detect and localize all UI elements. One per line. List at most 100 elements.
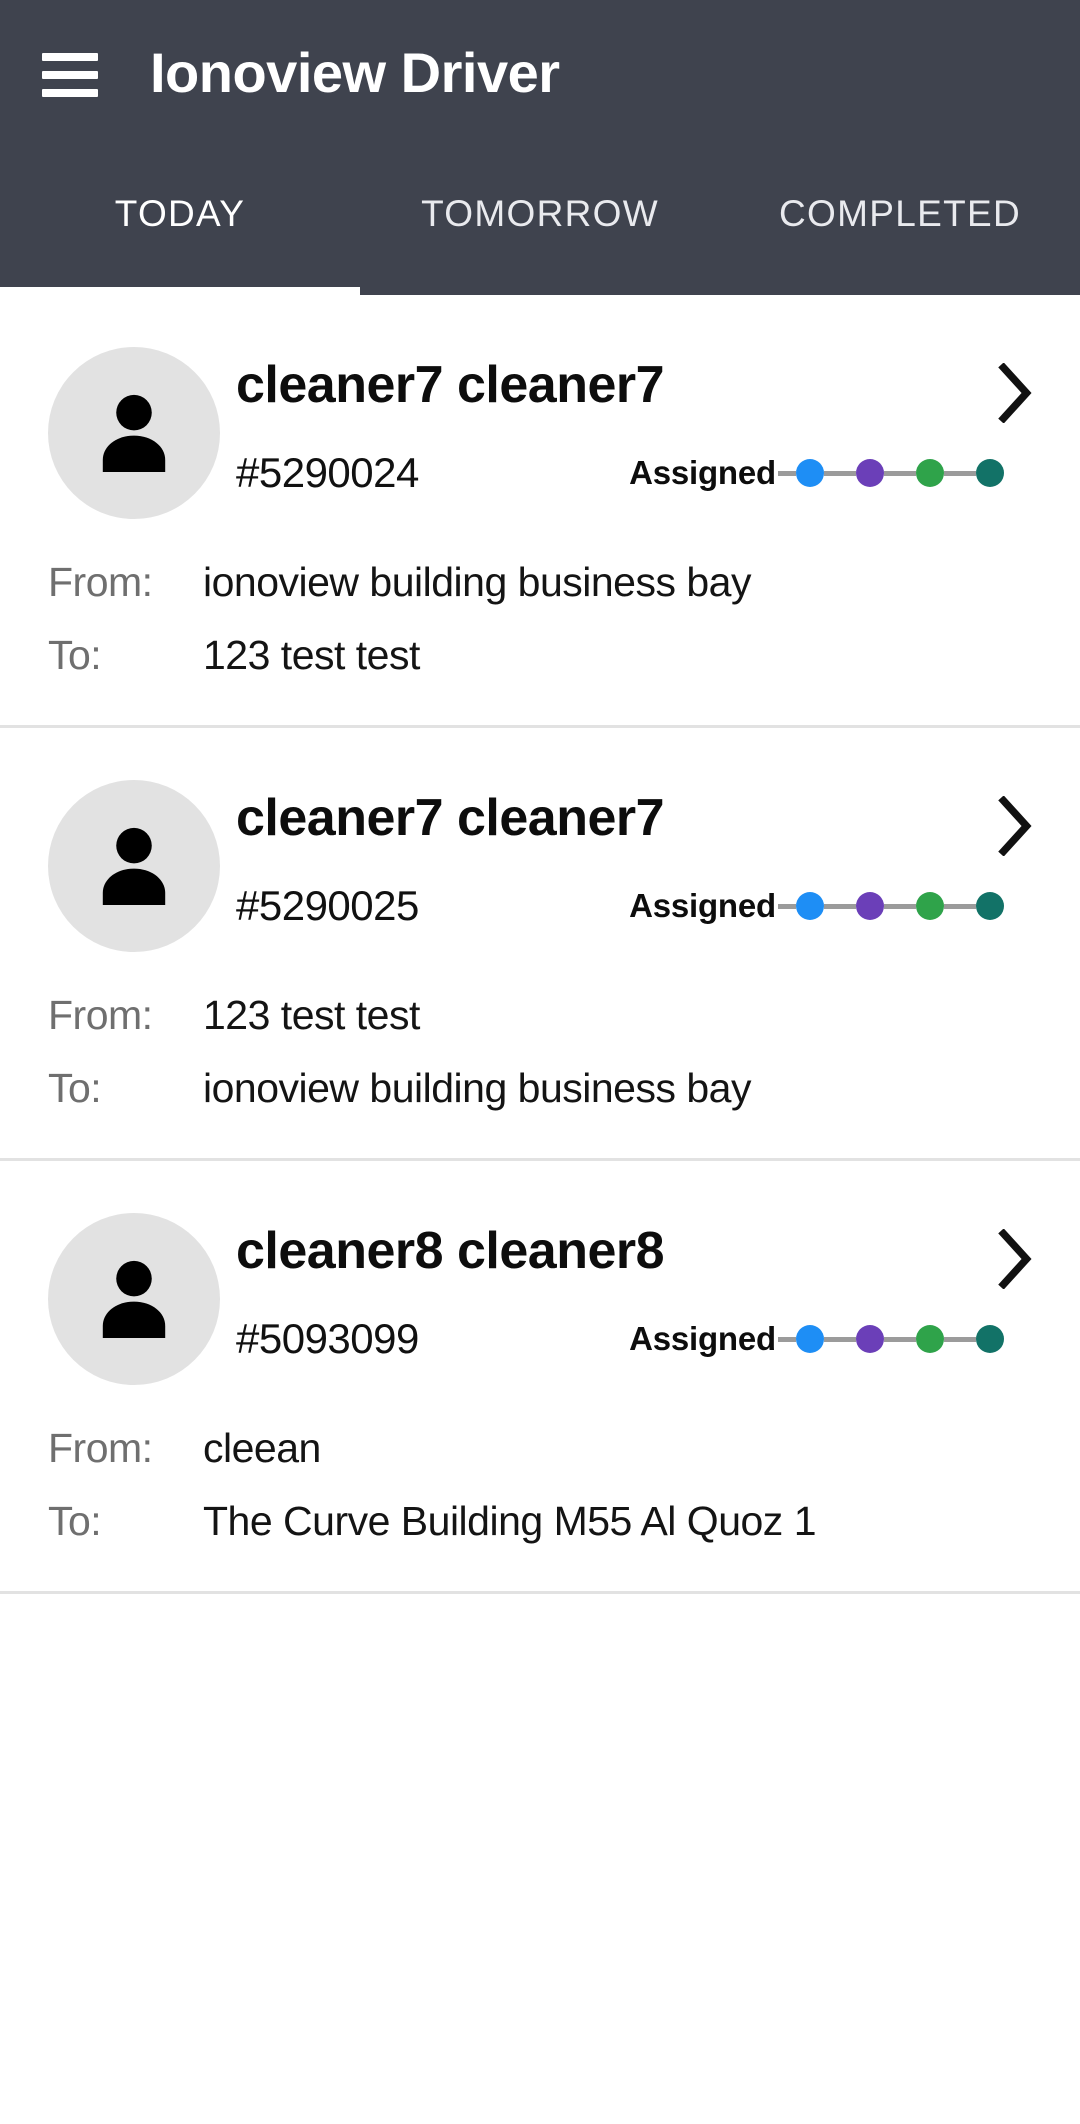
avatar: [48, 1213, 220, 1385]
to-label: To:: [48, 1498, 102, 1544]
person-icon: [102, 394, 166, 472]
status-dot-1: [796, 892, 824, 920]
status-connector-1: [824, 903, 856, 909]
order-card[interactable]: cleaner7 cleaner7 #5290025 Assigned From…: [0, 728, 1080, 1161]
status-dot-4: [976, 459, 1004, 487]
list-empty-area: [0, 1594, 1080, 2124]
from-value: ionoview building business bay: [203, 559, 751, 605]
status-connector-3: [944, 470, 976, 476]
avatar: [48, 347, 220, 519]
to-value: The Curve Building M55 Al Quoz 1: [203, 1498, 817, 1544]
from-value: 123 test test: [203, 992, 420, 1038]
status-connector-0: [778, 1336, 796, 1342]
from-row: From: cleean: [48, 1425, 1034, 1472]
order-name-row: cleaner8 cleaner8: [236, 1223, 1034, 1289]
order-id: #5093099: [236, 1315, 419, 1362]
from-label: From:: [48, 559, 153, 605]
order-list: cleaner7 cleaner7 #5290024 Assigned From…: [0, 295, 1080, 1594]
order-meta-row: #5290025 Assigned: [236, 882, 1034, 930]
status-dot-1: [796, 459, 824, 487]
order-card-main: cleaner8 cleaner8 #5093099 Assigned: [228, 1213, 1034, 1363]
status-dot-2: [856, 892, 884, 920]
to-value: 123 test test: [203, 632, 420, 678]
status-badge: Assigned: [629, 454, 776, 491]
tab-today-label: TODAY: [114, 192, 246, 234]
status-dot-3: [916, 459, 944, 487]
order-card-header: cleaner7 cleaner7 #5290025 Assigned: [0, 780, 1080, 952]
from-row: From: 123 test test: [48, 992, 1034, 1039]
tab-today[interactable]: TODAY: [0, 150, 360, 295]
status-dot-1: [796, 1325, 824, 1353]
chevron-right-icon[interactable]: [996, 796, 1034, 856]
order-meta-row: #5290024 Assigned: [236, 449, 1034, 497]
to-label: To:: [48, 632, 102, 678]
hamburger-menu-icon[interactable]: [42, 53, 98, 97]
to-row: To: The Curve Building M55 Al Quoz 1: [48, 1498, 1034, 1545]
status-connector-2: [884, 903, 916, 909]
order-card-main: cleaner7 cleaner7 #5290025 Assigned: [228, 780, 1034, 930]
status-connector-0: [778, 470, 796, 476]
status-connector-3: [944, 903, 976, 909]
hamburger-line-3: [42, 89, 98, 97]
status-badge: Assigned: [629, 1320, 776, 1357]
order-card[interactable]: cleaner7 cleaner7 #5290024 Assigned From…: [0, 295, 1080, 728]
status-badge: Assigned: [629, 887, 776, 924]
customer-name: cleaner8 cleaner8: [236, 1222, 665, 1280]
order-meta-row: #5093099 Assigned: [236, 1315, 1034, 1363]
order-card-main: cleaner7 cleaner7 #5290024 Assigned: [228, 347, 1034, 497]
status-connector-3: [944, 1336, 976, 1342]
tab-tomorrow-label: TOMORROW: [421, 192, 659, 234]
order-name-row: cleaner7 cleaner7: [236, 357, 1034, 423]
app-bar-top: Ionoview Driver: [0, 0, 1080, 150]
status-dot-2: [856, 1325, 884, 1353]
status-step-dots: [778, 459, 1004, 487]
order-addresses: From: 123 test test To: ionoview buildin…: [0, 992, 1080, 1112]
status-connector-0: [778, 903, 796, 909]
status-connector-2: [884, 470, 916, 476]
tab-bar: TODAY TOMORROW COMPLETED: [0, 150, 1080, 295]
person-icon: [102, 827, 166, 905]
to-row: To: 123 test test: [48, 632, 1034, 679]
status-connector-1: [824, 470, 856, 476]
app-bar: Ionoview Driver TODAY TOMORROW COMPLETED: [0, 0, 1080, 295]
status-dot-2: [856, 459, 884, 487]
tab-active-indicator: [0, 287, 360, 295]
to-label: To:: [48, 1065, 102, 1111]
order-id: #5290024: [236, 449, 419, 496]
tab-completed[interactable]: COMPLETED: [720, 150, 1080, 295]
hamburger-line-1: [42, 53, 98, 61]
status-tracker: Assigned: [629, 454, 1034, 492]
status-step-dots: [778, 1325, 1004, 1353]
chevron-right-icon[interactable]: [996, 363, 1034, 423]
order-name-row: cleaner7 cleaner7: [236, 790, 1034, 856]
customer-name: cleaner7 cleaner7: [236, 356, 665, 414]
from-value: cleean: [203, 1425, 321, 1471]
hamburger-line-2: [42, 71, 98, 79]
status-tracker: Assigned: [629, 1320, 1034, 1358]
status-dot-3: [916, 1325, 944, 1353]
to-row: To: ionoview building business bay: [48, 1065, 1034, 1112]
status-tracker: Assigned: [629, 887, 1034, 925]
chevron-right-icon[interactable]: [996, 1229, 1034, 1289]
status-step-dots: [778, 892, 1004, 920]
customer-name: cleaner7 cleaner7: [236, 789, 665, 847]
tab-tomorrow[interactable]: TOMORROW: [360, 150, 720, 295]
tab-completed-label: COMPLETED: [779, 192, 1021, 234]
order-id: #5290025: [236, 882, 419, 929]
status-dot-4: [976, 1325, 1004, 1353]
status-connector-2: [884, 1336, 916, 1342]
from-label: From:: [48, 992, 153, 1038]
status-dot-4: [976, 892, 1004, 920]
order-addresses: From: cleean To: The Curve Building M55 …: [0, 1425, 1080, 1545]
from-row: From: ionoview building business bay: [48, 559, 1034, 606]
from-label: From:: [48, 1425, 153, 1471]
person-icon: [102, 1260, 166, 1338]
status-dot-3: [916, 892, 944, 920]
order-card[interactable]: cleaner8 cleaner8 #5093099 Assigned From…: [0, 1161, 1080, 1594]
page-title: Ionoview Driver: [150, 41, 560, 104]
status-connector-1: [824, 1336, 856, 1342]
to-value: ionoview building business bay: [203, 1065, 751, 1111]
order-addresses: From: ionoview building business bay To:…: [0, 559, 1080, 679]
order-card-header: cleaner7 cleaner7 #5290024 Assigned: [0, 347, 1080, 519]
order-card-header: cleaner8 cleaner8 #5093099 Assigned: [0, 1213, 1080, 1385]
